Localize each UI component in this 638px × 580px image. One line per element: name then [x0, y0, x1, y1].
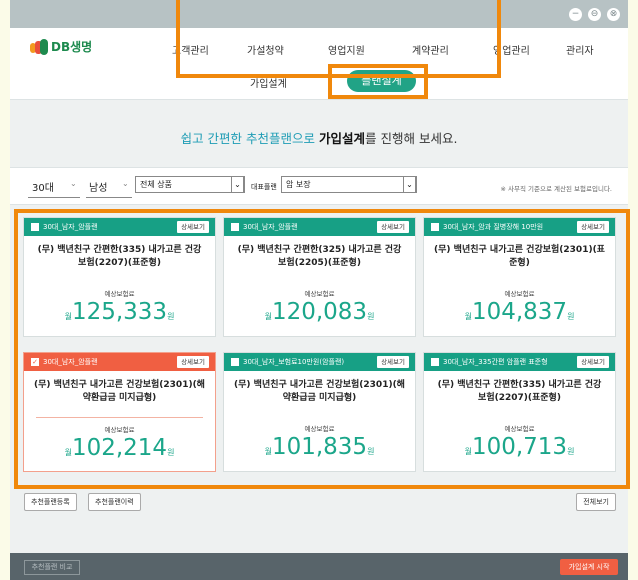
age-select[interactable]: 30대 — [32, 179, 54, 194]
maximize-icon[interactable]: ⊖ — [588, 8, 601, 21]
brand-name: DB생명 — [51, 40, 93, 54]
start-design-button[interactable]: 가입설계 시작 — [560, 559, 618, 575]
minimize-icon[interactable]: − — [569, 8, 582, 21]
product-select[interactable]: 전체 상품 ⌄ — [135, 176, 245, 193]
gender-select[interactable]: 남성 — [89, 179, 107, 194]
dropdown-arrow-icon: ⌄ — [231, 176, 244, 193]
compare-plans-button[interactable]: 추천플랜 비교 — [24, 560, 80, 575]
logo-mark-icon — [30, 38, 48, 55]
dropdown-arrow-icon: ⌄ — [403, 176, 416, 193]
plan-label: 대표플랜 — [251, 183, 277, 191]
chevron-down-icon: ⌄ — [122, 179, 129, 188]
chevron-down-icon: ⌄ — [70, 179, 77, 188]
plan-history-button[interactable]: 추천플랜이력 — [88, 493, 141, 511]
premium-note: ※ 사무직 기준으로 계산된 보험료입니다. — [500, 185, 612, 193]
view-all-button[interactable]: 전체보기 — [576, 493, 616, 511]
filter-bar: 30대 ⌄ 남성 ⌄ 전체 상품 ⌄ 대표플랜 암 보장 ⌄ ※ 사무직 기준으… — [10, 167, 628, 205]
highlight-cards-box — [14, 209, 630, 489]
register-plan-button[interactable]: 추천플랜등록 — [24, 493, 77, 511]
close-icon[interactable]: ⊗ — [607, 8, 620, 21]
nav-admin[interactable]: 관리자 — [566, 42, 594, 57]
brand-logo[interactable]: DB생명 — [30, 38, 92, 55]
page-headline: 쉽고 간편한 추천플랜으로 가입설계를 진행해 보세요. — [180, 131, 458, 146]
highlight-tab-box — [328, 64, 428, 99]
bottom-bar: 추천플랜 비교 가입설계 시작 — [10, 553, 628, 580]
plan-select[interactable]: 암 보장 ⌄ — [281, 176, 417, 193]
